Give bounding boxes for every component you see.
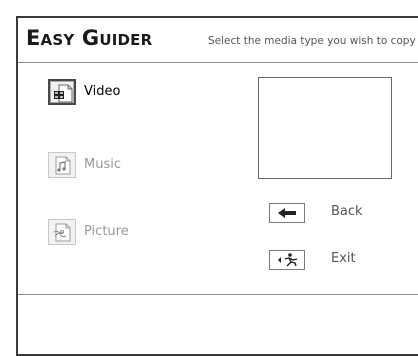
- instruction-text: Select the media type you wish to copy: [208, 35, 416, 47]
- music-icon: [48, 152, 76, 178]
- exit-icon: [278, 253, 298, 267]
- footer-divider: [18, 294, 418, 295]
- media-option-label: Video: [84, 84, 121, 99]
- exit-button[interactable]: [269, 250, 305, 270]
- video-icon: [48, 79, 76, 105]
- back-arrow-icon: [278, 208, 296, 218]
- app-title: Easy Guider: [26, 26, 153, 50]
- back-label: Back: [331, 204, 363, 219]
- media-option-label: Music: [84, 157, 121, 172]
- exit-label: Exit: [331, 251, 356, 266]
- picture-icon: [48, 219, 76, 245]
- media-preview-box: [258, 77, 392, 179]
- easy-guider-window: Easy Guider Select the media type you wi…: [16, 16, 418, 356]
- header: Easy Guider Select the media type you wi…: [18, 18, 418, 63]
- media-option-label: Picture: [84, 224, 129, 239]
- back-button[interactable]: [269, 203, 305, 223]
